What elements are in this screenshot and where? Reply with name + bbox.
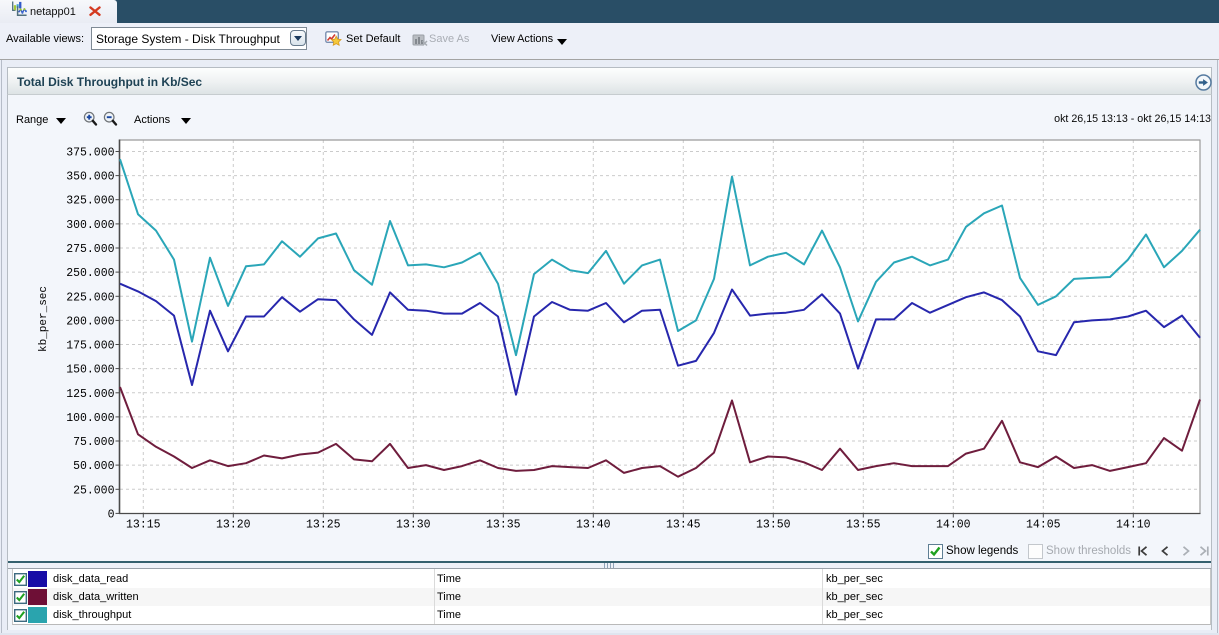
svg-text:25.000: 25.000 — [73, 484, 115, 497]
svg-text:275.000: 275.000 — [66, 243, 114, 256]
svg-text:14:10: 14:10 — [1116, 519, 1151, 532]
svg-text:100.000: 100.000 — [66, 412, 114, 425]
svg-text:13:40: 13:40 — [576, 519, 611, 532]
svg-text:13:45: 13:45 — [666, 519, 701, 532]
svg-text:75.000: 75.000 — [73, 436, 115, 449]
svg-text:350.000: 350.000 — [66, 171, 114, 184]
svg-text:13:20: 13:20 — [216, 519, 251, 532]
svg-text:13:15: 13:15 — [126, 519, 161, 532]
svg-text:150.000: 150.000 — [66, 364, 114, 377]
svg-text:250.000: 250.000 — [66, 267, 114, 280]
svg-text:13:30: 13:30 — [396, 519, 431, 532]
svg-text:13:35: 13:35 — [486, 519, 521, 532]
svg-text:kb_per_sec: kb_per_sec — [38, 286, 50, 352]
svg-text:14:00: 14:00 — [936, 519, 971, 532]
svg-text:200.000: 200.000 — [66, 315, 114, 328]
svg-text:50.000: 50.000 — [73, 460, 115, 473]
svg-text:125.000: 125.000 — [66, 388, 114, 401]
svg-text:13:55: 13:55 — [846, 519, 881, 532]
svg-text:325.000: 325.000 — [66, 195, 114, 208]
svg-text:225.000: 225.000 — [66, 291, 114, 304]
svg-text:175.000: 175.000 — [66, 340, 114, 353]
svg-text:300.000: 300.000 — [66, 219, 114, 232]
svg-text:0: 0 — [108, 508, 115, 521]
svg-text:14:05: 14:05 — [1026, 519, 1061, 532]
svg-text:375.000: 375.000 — [66, 147, 114, 160]
svg-text:13:50: 13:50 — [756, 519, 791, 532]
svg-text:13:25: 13:25 — [306, 519, 341, 532]
